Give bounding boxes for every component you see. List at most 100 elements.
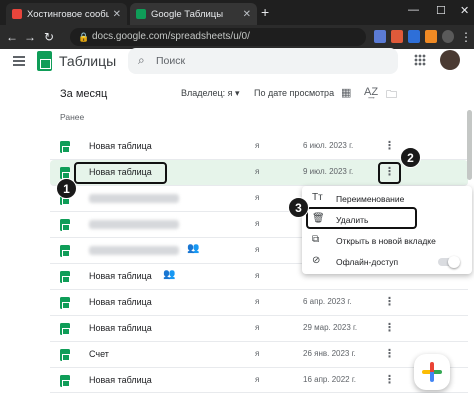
file-date: 16 апр. 2022 г. [303,375,356,384]
address-bar[interactable]: 🔒 docs.google.com/spreadsheets/u/0/ [70,28,366,46]
table-row[interactable]: Счет я 26 янв. 2023 г. ⋮ [50,342,468,368]
shared-icon: 👥 [163,269,176,280]
browser-tab-2[interactable]: Google Таблицы ✕ [130,3,257,25]
forward-icon[interactable]: → [24,30,36,44]
sheets-logo-icon[interactable] [37,51,52,71]
offline-toggle[interactable] [438,256,460,268]
scrollbar[interactable] [467,110,472,180]
hosting-favicon-icon [12,9,22,19]
extension-icon[interactable] [425,30,437,43]
extension-icon[interactable] [408,30,420,43]
more-options-icon[interactable]: ⋮ [384,295,395,308]
rename-icon: Tт [312,192,323,203]
grid-view-icon[interactable]: ▦ [341,86,351,99]
file-date: 9 июл. 2023 г. [303,167,354,176]
file-name: Новая таблица [89,141,152,151]
address-bar-row: ← → ↻ 🔒 docs.google.com/spreadsheets/u/0… [0,25,474,49]
menu-item-open-new-tab[interactable]: ⧉ Открыть в новой вкладке [302,230,472,252]
table-row[interactable]: Новая таблица я 29 мар. 2023 г. ⋮ [50,316,468,342]
file-owner: я [255,271,260,280]
menu-item-offline[interactable]: ⊘ Офлайн-доступ [302,251,472,273]
section-label: Ранее [60,112,85,122]
offline-icon: ⊘ [312,255,321,266]
context-menu: Tт Переименование 🗑 Удалить ⧉ Открыть в … [302,186,472,274]
maximize-icon[interactable]: ☐ [436,4,446,17]
browser-profile-icon[interactable] [442,30,454,43]
step-badge-3: 3 [288,197,309,218]
redacted-file-name [89,194,179,203]
open-new-tab-icon: ⧉ [312,234,320,245]
sheet-file-icon [60,219,70,231]
create-new-button[interactable] [414,354,450,390]
menu-item-label: Офлайн-доступ [336,257,399,267]
sheet-file-icon [60,245,70,257]
file-name: Счет [89,349,109,359]
tab-title: Хостинговое сообщество «Tim [27,8,109,20]
window-close-icon[interactable]: ✕ [460,4,469,17]
more-options-icon[interactable]: ⋮ [384,373,395,386]
file-owner: я [255,193,260,202]
file-date: 26 янв. 2023 г. [303,349,356,358]
file-name: Новая таблица [89,323,152,333]
extension-icon[interactable] [374,30,386,43]
file-date: 29 мар. 2023 г. [303,323,358,332]
lock-icon: 🔒 [78,32,90,42]
file-owner: я [255,349,260,358]
main-menu-icon[interactable] [13,56,25,66]
file-name: Новая таблица [89,297,152,307]
search-input[interactable]: ⌕ Поиск [128,48,398,74]
owner-filter-dropdown[interactable]: Владелец: я ▾ [181,88,240,99]
step-badge-2: 2 [400,147,421,168]
highlight-file-name [74,162,167,184]
file-name: Новая таблица [89,271,152,281]
file-date: 6 июл. 2023 г. [303,141,354,150]
menu-item-label: Переименование [336,194,405,204]
file-date: 6 апр. 2023 г. [303,297,352,306]
more-options-icon[interactable]: ⋮ [384,321,395,334]
close-tab-icon[interactable]: ✕ [113,9,121,20]
sheet-file-icon [60,323,70,335]
page-heading: За месяц [60,88,108,100]
search-icon: ⌕ [138,53,145,67]
redacted-file-name [89,246,179,255]
back-icon[interactable]: ← [6,30,18,44]
apps-grid-icon[interactable] [414,54,426,66]
highlight-more-button [378,162,401,184]
reload-icon[interactable]: ↻ [44,30,54,44]
sheets-favicon-icon [136,9,146,19]
url-text: docs.google.com/spreadsheets/u/0/ [92,31,250,42]
sheet-file-icon [60,271,70,283]
plus-icon-vertical [430,362,434,382]
new-tab-icon[interactable]: + [261,4,269,20]
file-owner: я [255,245,260,254]
redacted-file-name [89,220,179,229]
sort-dropdown[interactable]: По дате просмотра [254,88,334,98]
file-owner: я [255,141,260,150]
file-owner: я [255,219,260,228]
sheet-file-icon [60,297,70,309]
browser-menu-icon[interactable]: ⋮ [460,30,472,44]
avatar[interactable] [440,50,460,70]
sort-az-icon[interactable]: A͢Z [364,86,378,98]
file-owner: я [255,167,260,176]
search-placeholder: Поиск [156,55,186,67]
more-options-icon[interactable]: ⋮ [384,139,395,152]
sheet-file-icon [60,141,70,153]
table-row[interactable]: Новая таблица я 6 апр. 2023 г. ⋮ [50,290,468,316]
browser-tab-1[interactable]: Хостинговое сообщество «Tim ✕ [6,3,127,25]
file-owner: я [255,323,260,332]
tab-title: Google Таблицы [151,8,224,20]
file-name: Новая таблица [89,375,152,385]
more-options-icon[interactable]: ⋮ [384,347,395,360]
folder-icon[interactable]: 🗀 [386,86,397,105]
minimize-icon[interactable]: — [408,4,419,16]
sheet-file-icon [60,375,70,387]
app-title[interactable]: Таблицы [59,53,116,69]
extension-icon[interactable] [391,30,403,43]
shared-icon: 👥 [187,243,200,254]
menu-item-label: Открыть в новой вкладке [336,236,436,246]
step-badge-1: 1 [56,178,77,199]
table-row[interactable]: Новая таблица я 16 апр. 2022 г. ⋮ [50,368,468,393]
browser-tab-strip: Хостинговое сообщество «Tim ✕ Google Таб… [0,0,474,25]
close-tab-icon[interactable]: ✕ [243,9,251,20]
